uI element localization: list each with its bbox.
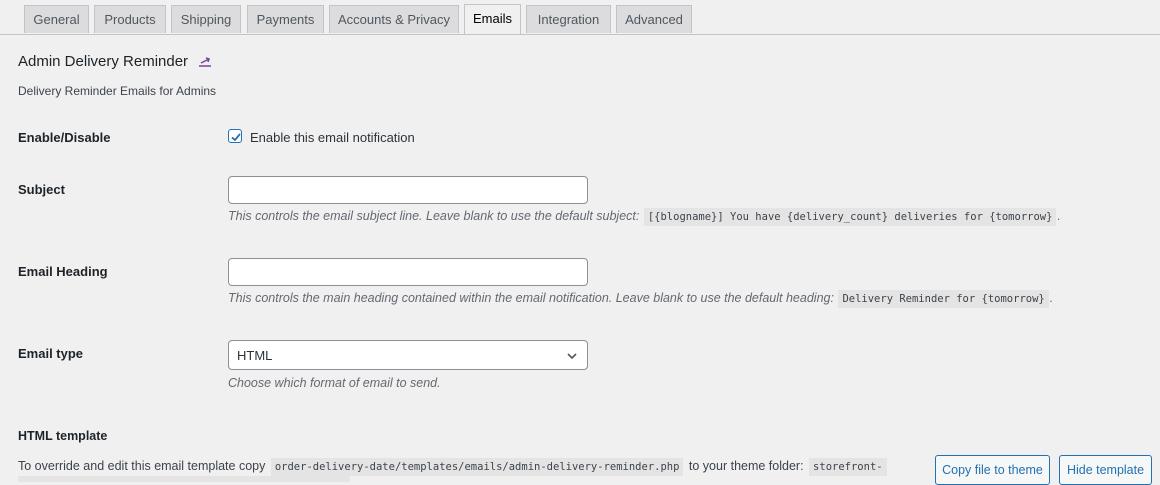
section-title: Admin Delivery Reminder — [18, 52, 189, 70]
tab-accounts-privacy[interactable]: Accounts & Privacy — [329, 5, 459, 33]
template-path-code: order-delivery-date/templates/emails/adm… — [270, 458, 684, 476]
email-type-select[interactable]: HTML — [228, 340, 588, 370]
subject-desc-suffix: . — [1057, 209, 1061, 223]
enable-label: Enable/Disable — [18, 130, 111, 145]
tab-advanced[interactable]: Advanced — [616, 5, 692, 33]
email-type-selected: HTML — [237, 348, 273, 363]
subject-desc-text: This controls the email subject line. Le… — [228, 209, 640, 223]
tab-general[interactable]: General — [24, 5, 89, 33]
copy-file-to-theme-button[interactable]: Copy file to theme — [935, 455, 1050, 485]
enable-checkbox-label[interactable]: Enable this email notification — [250, 130, 415, 145]
heading-desc-text: This controls the main heading contained… — [228, 291, 834, 305]
heading-desc-suffix: . — [1049, 291, 1054, 305]
email-heading-input[interactable] — [228, 258, 588, 286]
tab-emails[interactable]: Emails — [464, 4, 521, 34]
template-path-continuation — [18, 476, 350, 482]
hide-template-button[interactable]: Hide template — [1059, 455, 1152, 485]
email-type-description: Choose which format of email to send. — [228, 376, 441, 390]
theme-folder-code: storefront- — [809, 458, 887, 476]
subject-default-code: [{blogname}] You have {delivery_count} d… — [643, 208, 1057, 226]
tab-shipping[interactable]: Shipping — [171, 5, 241, 33]
html-template-heading: HTML template — [18, 429, 108, 443]
heading-label: Email Heading — [18, 264, 108, 279]
checkmark-icon — [231, 133, 241, 142]
subject-description: This controls the email subject line. Le… — [228, 208, 1061, 226]
section-description: Delivery Reminder Emails for Admins — [18, 84, 217, 98]
tab-integration[interactable]: Integration — [526, 5, 611, 33]
enable-checkbox[interactable] — [228, 129, 242, 143]
email-type-label: Email type — [18, 346, 84, 361]
heading-default-code: Delivery Reminder for {tomorrow} — [838, 290, 1049, 308]
subject-label: Subject — [18, 182, 65, 197]
up-arrow-icon[interactable] — [197, 53, 213, 69]
heading-description: This controls the main heading contained… — [228, 290, 1054, 308]
tab-payments[interactable]: Payments — [247, 5, 324, 33]
subject-input[interactable] — [228, 176, 588, 204]
template-text-middle: to your theme folder: — [688, 459, 804, 473]
chevron-down-icon — [567, 353, 577, 360]
settings-tabs: General Products Shipping Payments Accou… — [0, 0, 1160, 35]
section-title-row: Admin Delivery Reminder — [18, 51, 213, 71]
template-instructions: To override and edit this email template… — [18, 458, 889, 476]
tab-products[interactable]: Products — [94, 5, 166, 33]
template-text-prefix: To override and edit this email template… — [18, 459, 266, 473]
